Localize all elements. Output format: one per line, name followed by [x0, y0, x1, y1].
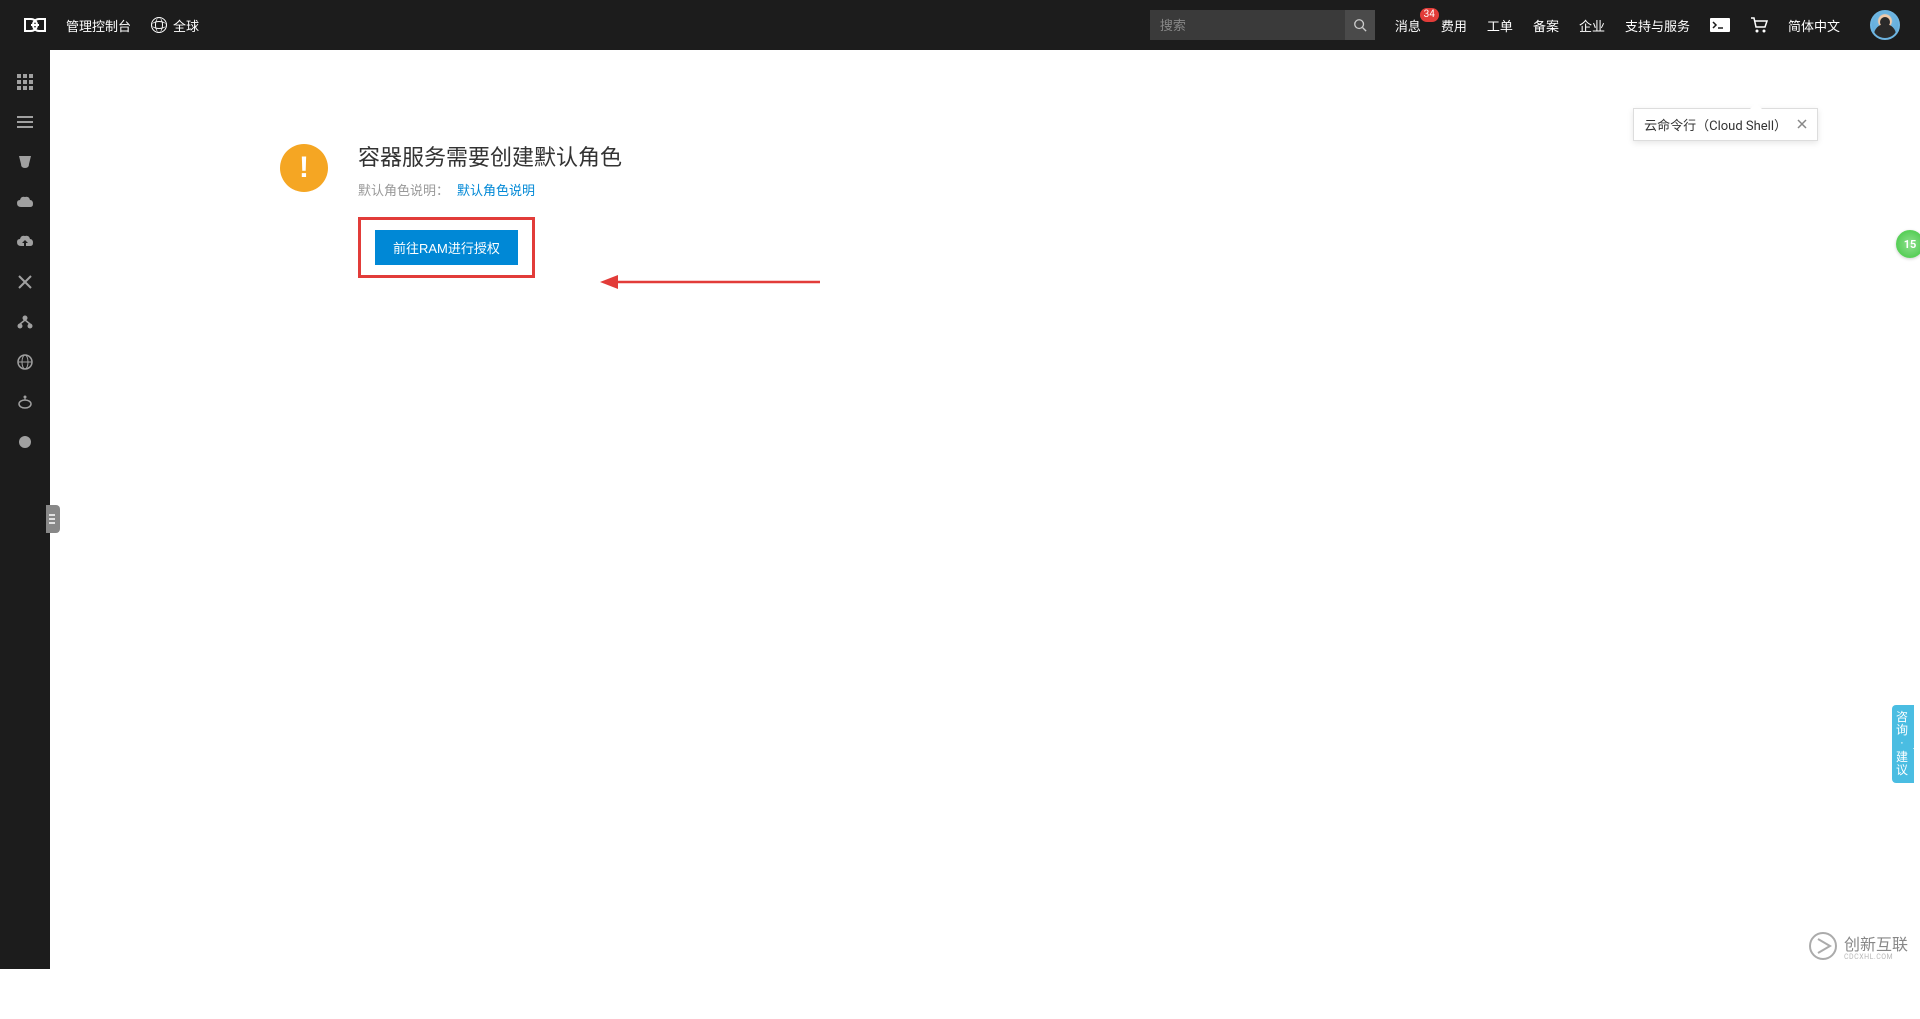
cloud-shell-tooltip: 云命令行（Cloud Shell）: [1633, 108, 1818, 141]
nav-support[interactable]: 支持与服务: [1625, 16, 1690, 35]
sidebar-cup[interactable]: [0, 142, 50, 182]
topnav: 消息 34 费用 工单 备案 企业 支持与服务 简体中文: [1395, 10, 1900, 40]
nav-enterprise[interactable]: 企业: [1579, 16, 1605, 35]
globe-icon: [151, 17, 167, 33]
sidebar-tree[interactable]: [0, 302, 50, 342]
watermark-sub: CDCXHL.COM: [1844, 953, 1908, 961]
sidebar-circle[interactable]: [0, 422, 50, 462]
annotation-arrow-icon: [600, 272, 820, 292]
alert-subtitle: 默认角色说明： 默认角色说明: [358, 180, 622, 199]
main-content: ! 容器服务需要创建默认角色 默认角色说明： 默认角色说明 前往RAM进行授权: [50, 50, 1920, 969]
topbar: 管理控制台 全球 消息 34 费用 工单 备案 企业 支持与服务 简体中文: [0, 0, 1920, 50]
nav-messages[interactable]: 消息 34: [1395, 16, 1421, 35]
region-label: 全球: [173, 16, 199, 35]
sidebar-globe[interactable]: [0, 342, 50, 382]
region-selector[interactable]: 全球: [151, 16, 199, 35]
search-input[interactable]: [1160, 18, 1336, 33]
search-button[interactable]: [1345, 10, 1375, 40]
sidebar-bot[interactable]: [0, 382, 50, 422]
alert: ! 容器服务需要创建默认角色 默认角色说明： 默认角色说明 前往RAM进行授权: [280, 140, 1920, 278]
feedback-widget[interactable]: 咨询·建议: [1892, 705, 1914, 783]
cart-icon[interactable]: [1750, 17, 1768, 33]
nav-tickets[interactable]: 工单: [1487, 16, 1513, 35]
tooltip-text: 云命令行（Cloud Shell）: [1644, 115, 1787, 134]
sidebar-cross[interactable]: [0, 262, 50, 302]
ram-authorize-button[interactable]: 前往RAM进行授权: [375, 230, 518, 265]
sidebar-cloud-up[interactable]: [0, 222, 50, 262]
sidebar-cloud[interactable]: [0, 182, 50, 222]
tooltip-close-icon[interactable]: [1797, 117, 1807, 133]
search-box: [1150, 10, 1375, 40]
alert-title: 容器服务需要创建默认角色: [358, 140, 622, 172]
sidebar: [0, 50, 50, 969]
nav-language[interactable]: 简体中文: [1788, 16, 1840, 35]
messages-badge: 34: [1420, 8, 1439, 22]
brand-logo[interactable]: [20, 15, 50, 35]
sidebar-collapse-handle[interactable]: [46, 505, 60, 533]
ram-button-highlight: 前往RAM进行授权: [358, 217, 535, 278]
sidebar-list[interactable]: [0, 102, 50, 142]
alert-link[interactable]: 默认角色说明: [457, 180, 535, 199]
float-badge[interactable]: 15: [1896, 230, 1920, 258]
watermark: 创新互联 CDCXHL.COM: [1808, 931, 1908, 961]
cloud-shell-icon[interactable]: [1710, 18, 1730, 32]
watermark-logo-icon: [1808, 931, 1838, 961]
nav-billing[interactable]: 费用: [1441, 16, 1467, 35]
avatar[interactable]: [1870, 10, 1900, 40]
sidebar-apps[interactable]: [0, 62, 50, 102]
warning-icon: !: [280, 144, 328, 192]
watermark-brand: 创新互联: [1844, 935, 1908, 954]
console-title[interactable]: 管理控制台: [66, 16, 131, 35]
nav-icp[interactable]: 备案: [1533, 16, 1559, 35]
